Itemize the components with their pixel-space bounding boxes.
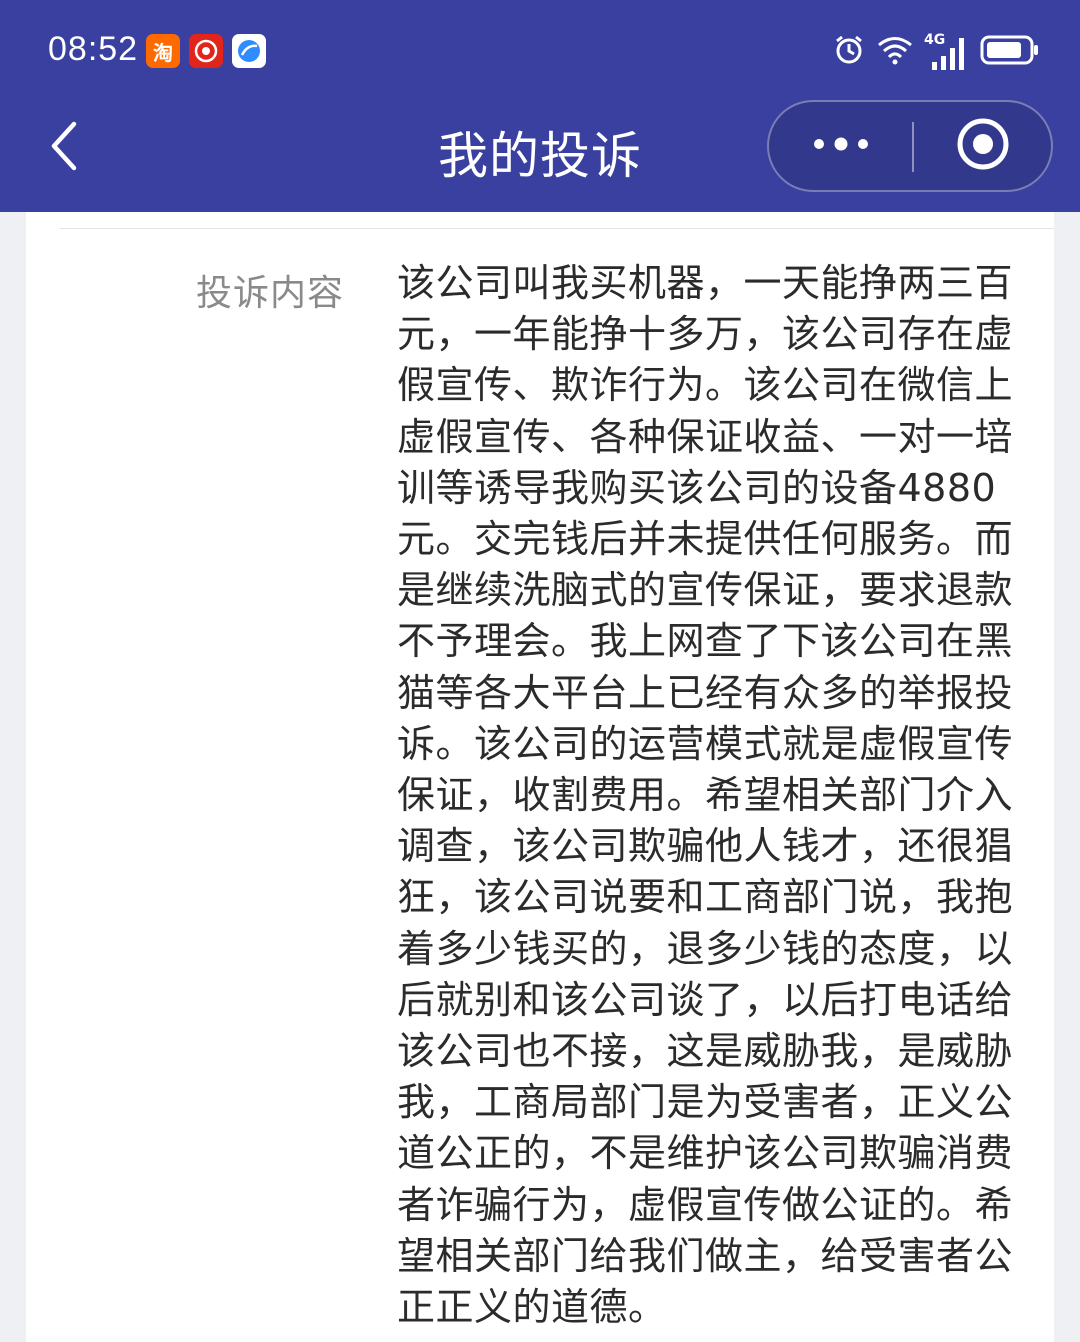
signal-icon: 4G <box>924 32 970 72</box>
status-time: 08:52 <box>48 30 139 68</box>
jd-app-icon <box>189 34 223 68</box>
more-button[interactable] <box>769 102 912 190</box>
navigation-bar: 我的投诉 <box>0 100 1080 212</box>
complaint-content-text: 该公司叫我买机器，一天能挣两三百元，一年能挣十多万，该公司存在虚假宣传、欺诈行为… <box>397 261 1014 1330</box>
alarm-icon <box>832 33 866 71</box>
more-dots-icon <box>811 136 871 156</box>
taobao-app-icon: 淘 <box>146 34 180 68</box>
close-button[interactable] <box>914 102 1051 190</box>
complaint-card: 投诉内容 该公司叫我买机器，一天能挣两三百元，一年能挣十多万，该公司存在虚假宣传… <box>26 212 1054 1342</box>
target-close-icon <box>955 116 1011 176</box>
status-indicators: 4G <box>832 30 1040 74</box>
complaint-content-label: 投诉内容 <box>196 273 345 314</box>
divider <box>60 228 1054 229</box>
browser-app-icon <box>232 34 266 68</box>
status-bar: 08:52 淘 4G <box>0 0 1080 100</box>
battery-icon <box>980 33 1040 71</box>
wifi-icon <box>876 33 914 71</box>
top-bar: 08:52 淘 4G 我的投诉 <box>0 0 1080 212</box>
mini-program-capsule <box>767 100 1053 192</box>
